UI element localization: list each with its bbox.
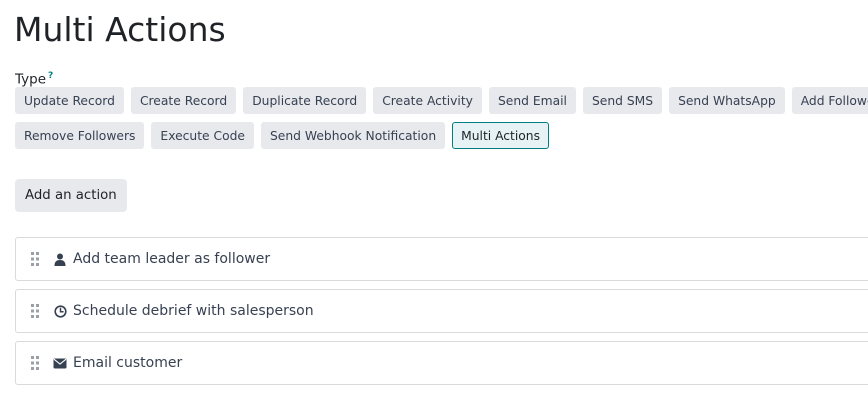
list-item[interactable]: Add team leader as follower xyxy=(15,237,868,281)
list-item[interactable]: Schedule debrief with salesperson xyxy=(15,289,868,333)
type-option-send-email[interactable]: Send Email xyxy=(488,87,576,114)
type-option-update-record[interactable]: Update Record xyxy=(15,87,124,114)
add-action-button[interactable]: Add an action xyxy=(15,179,127,212)
drag-handle-icon[interactable] xyxy=(30,303,40,319)
type-label-text: Type xyxy=(15,71,47,88)
type-row-1: Update Record Create Record Duplicate Re… xyxy=(15,87,868,114)
type-option-add-followers[interactable]: Add Followers xyxy=(791,87,868,114)
type-option-multi-actions[interactable]: Multi Actions xyxy=(452,122,550,149)
type-field-label: Type? xyxy=(15,67,53,89)
server-action-form: Multi Actions Type? Update Record Create… xyxy=(0,0,868,396)
user-icon xyxy=(53,252,67,266)
type-selector: Update Record Create Record Duplicate Re… xyxy=(15,87,868,157)
page-title: Multi Actions xyxy=(14,10,226,49)
drag-handle-icon[interactable] xyxy=(30,355,40,371)
action-label: Add team leader as follower xyxy=(73,251,271,267)
type-option-remove-followers[interactable]: Remove Followers xyxy=(15,122,145,149)
drag-handle-icon[interactable] xyxy=(30,251,40,267)
type-option-create-record[interactable]: Create Record xyxy=(130,87,237,114)
type-option-send-whatsapp[interactable]: Send WhatsApp xyxy=(669,87,785,114)
type-row-2: Remove Followers Execute Code Send Webho… xyxy=(15,122,868,149)
type-option-send-webhook-notification[interactable]: Send Webhook Notification xyxy=(261,122,446,149)
child-actions-list: Add team leader as follower Schedule deb… xyxy=(15,237,868,393)
type-option-duplicate-record[interactable]: Duplicate Record xyxy=(243,87,367,114)
action-label: Email customer xyxy=(73,355,183,371)
action-label: Schedule debrief with salesperson xyxy=(73,303,314,319)
envelope-icon xyxy=(53,356,67,370)
help-tooltip-icon[interactable]: ? xyxy=(48,71,53,81)
type-option-send-sms[interactable]: Send SMS xyxy=(582,87,663,114)
type-option-create-activity[interactable]: Create Activity xyxy=(373,87,482,114)
list-item[interactable]: Email customer xyxy=(15,341,868,385)
type-option-execute-code[interactable]: Execute Code xyxy=(151,122,254,149)
clock-icon xyxy=(53,304,67,318)
